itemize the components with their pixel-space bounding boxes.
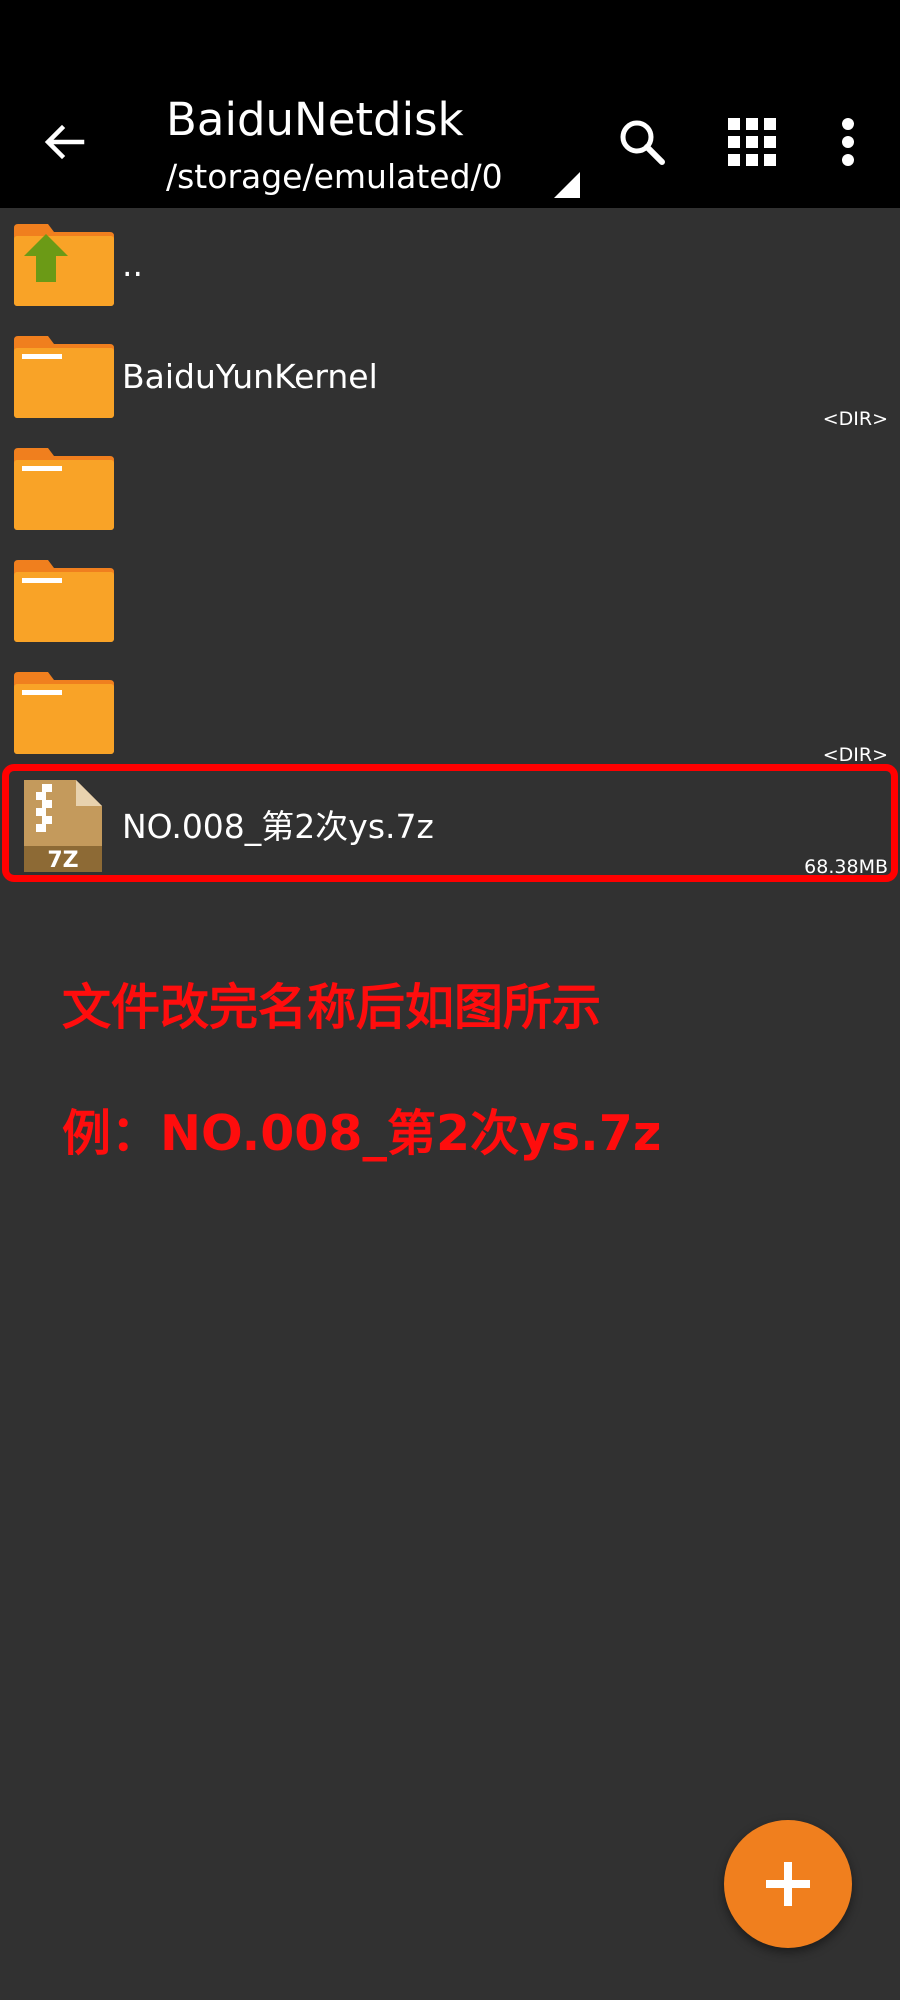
folder-icon: [14, 560, 114, 642]
folder-icon: [14, 448, 114, 530]
folder-icon: [14, 672, 114, 754]
highlight-box: [2, 764, 898, 882]
path-selector[interactable]: /storage/emulated/0: [166, 152, 503, 202]
file-type-label: <DIR>: [822, 408, 888, 430]
grid-view-icon: [728, 118, 776, 166]
toolbar: BaiduNetdisk /storage/emulated/0: [0, 70, 900, 208]
search-icon: [620, 120, 665, 165]
file-row-folder[interactable]: [0, 432, 900, 544]
annotation-text: 文件改完名称后如图所示: [62, 979, 602, 1036]
annotation-example: 例：NO.008_第2次ys.7z: [62, 1105, 662, 1162]
file-row-parent-dir[interactable]: ..: [0, 208, 900, 320]
folder-icon: [14, 336, 114, 418]
current-path: /storage/emulated/0: [166, 157, 503, 196]
status-bar: [0, 0, 900, 70]
arrow-left-icon: [44, 124, 85, 160]
file-row-folder[interactable]: <DIR>: [0, 656, 900, 768]
file-row-baiduyunkernel[interactable]: BaiduYunKernel <DIR>: [0, 320, 900, 432]
file-name: BaiduYunKernel: [122, 356, 378, 396]
dropdown-triangle-icon[interactable]: [554, 172, 580, 198]
more-options-button[interactable]: [812, 106, 884, 178]
plus-icon: [766, 1862, 810, 1906]
file-name: ..: [122, 244, 143, 284]
folder-up-icon: [14, 224, 114, 306]
page-title: BaiduNetdisk: [166, 93, 464, 146]
search-button[interactable]: [606, 106, 678, 178]
grid-view-button[interactable]: [716, 106, 788, 178]
add-button[interactable]: [724, 1820, 852, 1948]
file-row-folder[interactable]: [0, 544, 900, 656]
more-vert-icon: [842, 118, 854, 166]
file-type-label: <DIR>: [822, 744, 888, 766]
back-button[interactable]: [28, 106, 100, 178]
